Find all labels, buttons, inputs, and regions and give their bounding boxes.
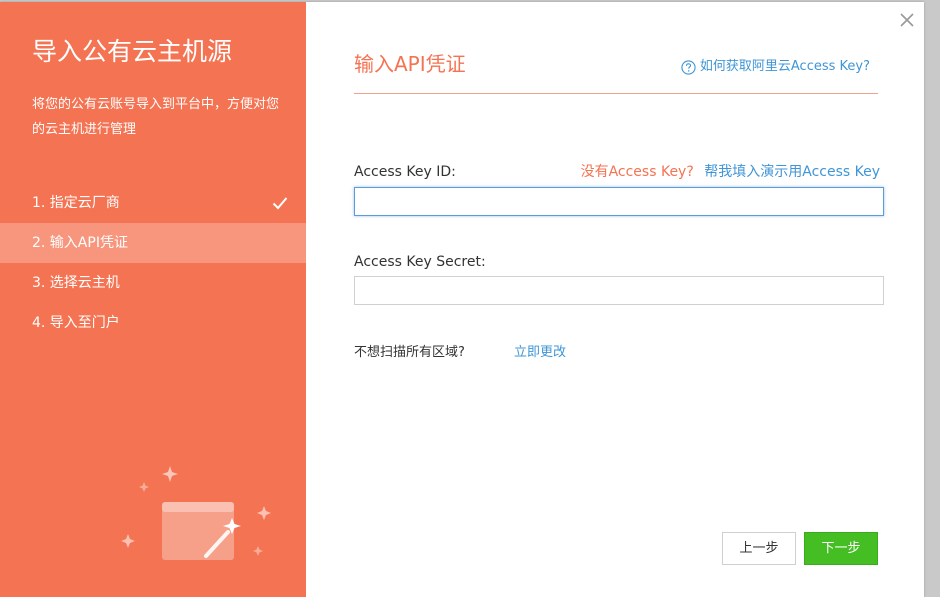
question-circle-icon [681,60,696,75]
step-list: 1. 指定云厂商 2. 输入API凭证 3. 选择云主机 4. 导入至门户 [0,183,306,343]
sidebar-title: 导入公有云主机源 [32,36,232,68]
access-key-secret-input[interactable] [354,276,884,305]
step-item-import-portal[interactable]: 4. 导入至门户 [0,303,306,343]
main-panel: 输入API凭证 如何获取阿里云Access Key? Access Key ID… [306,2,924,597]
import-cloud-dialog: 导入公有云主机源 将您的公有云账号导入到平台中，方便对您的云主机进行管理 1. … [0,2,924,597]
no-key-hint: 没有Access Key? 帮我填入演示用Access Key [581,162,880,182]
no-key-text: 没有Access Key? [581,164,694,180]
next-step-button[interactable]: 下一步 [804,532,878,565]
step-label: 3. 选择云主机 [32,275,120,291]
check-icon [272,196,288,210]
access-key-secret-label: Access Key Secret: [354,252,486,272]
help-link-label: 如何获取阿里云Access Key? [700,58,870,76]
close-icon[interactable] [900,13,914,27]
step-item-api-credentials[interactable]: 2. 输入API凭证 [0,223,306,263]
prev-step-button[interactable]: 上一步 [722,532,796,565]
step-label: 2. 输入API凭证 [32,235,128,251]
step-item-vendor[interactable]: 1. 指定云厂商 [0,183,306,223]
access-key-id-input[interactable] [354,187,884,216]
access-key-id-label: Access Key ID: [354,162,456,182]
help-link[interactable]: 如何获取阿里云Access Key? [681,58,870,76]
step-item-select-hosts[interactable]: 3. 选择云主机 [0,263,306,303]
page-title: 输入API凭证 [354,50,466,78]
scan-region-text: 不想扫描所有区域? [354,343,465,363]
fill-demo-key-link[interactable]: 帮我填入演示用Access Key [704,164,880,180]
divider [354,93,878,94]
step-label: 4. 导入至门户 [32,315,120,331]
sidebar-description: 将您的公有云账号导入到平台中，方便对您的云主机进行管理 [32,92,282,142]
change-region-link[interactable]: 立即更改 [514,343,566,363]
sidebar: 导入公有云主机源 将您的公有云账号导入到平台中，方便对您的云主机进行管理 1. … [0,2,306,597]
step-label: 1. 指定云厂商 [32,195,120,211]
browser-window-magic-wand-illustration [118,460,278,570]
